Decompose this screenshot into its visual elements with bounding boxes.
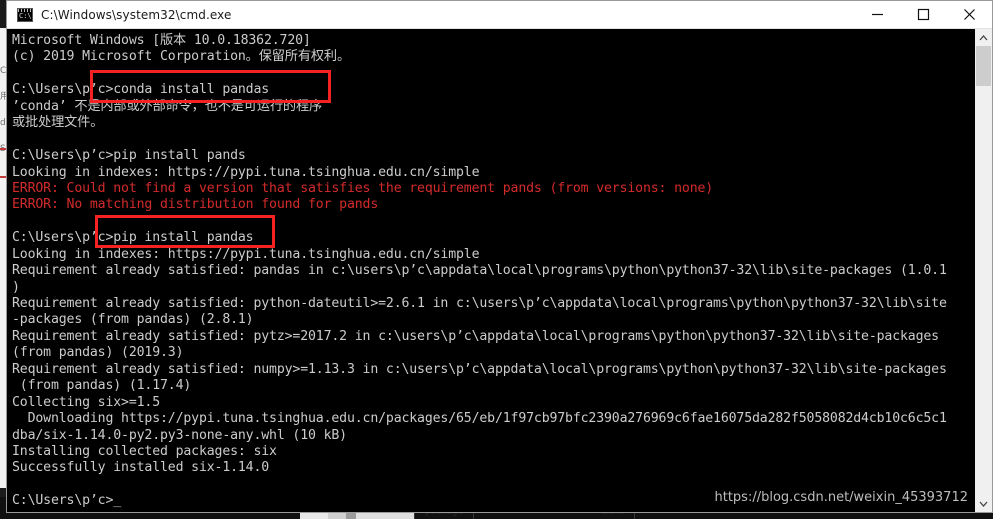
window-title: C:\Windows\system32\cmd.exe: [41, 7, 232, 22]
window-controls: [854, 1, 992, 28]
terminal-lines: Microsoft Windows [版本 10.0.18362.720] (c)…: [12, 33, 974, 510]
annotation-box-pip-command: [95, 215, 275, 248]
close-icon[interactable]: [946, 1, 992, 28]
terminal-line: (c) 2019 Microsoft Corporation。保留所有权利。: [12, 49, 350, 65]
csdn-watermark: https://blog.csdn.net/weixin_45393712: [714, 490, 968, 505]
terminal-line: C:\Users\p’c>pip install pands: [12, 148, 246, 164]
terminal-line: ERROR: No matching distribution found fo…: [12, 197, 379, 213]
terminal-line: Requirement already satisfied: numpy>=1.…: [12, 361, 947, 377]
cmd-window: C:\Windows\system32\cmd.exe Microsoft Wi…: [6, 0, 993, 513]
terminal-line: Downloading https://pypi.tuna.tsinghua.e…: [12, 411, 947, 427]
scrollbar-thumb[interactable]: [976, 46, 991, 86]
cmd-console-icon: [17, 7, 33, 22]
terminal-line: Collecting six>=1.5: [12, 394, 161, 410]
terminal-line: Requirement already satisfied: pytz>=201…: [12, 328, 939, 344]
window-titlebar[interactable]: C:\Windows\system32\cmd.exe: [7, 1, 992, 29]
terminal-line: Installing collected packages: six: [12, 443, 277, 459]
terminal-line: dba/six-1.14.0-py2.py3-none-any.whl (10 …: [12, 427, 347, 443]
terminal-output[interactable]: Microsoft Windows [版本 10.0.18362.720] (c)…: [7, 29, 974, 512]
chevron-up-icon[interactable]: [975, 29, 992, 46]
console-area: Microsoft Windows [版本 10.0.18362.720] (c)…: [7, 29, 992, 512]
scrollbar-track[interactable]: [975, 46, 992, 495]
terminal-line: Requirement already satisfied: pandas in…: [12, 263, 947, 279]
vertical-scrollbar[interactable]: [974, 29, 992, 512]
terminal-line: 或批处理文件。: [12, 115, 104, 131]
terminal-line: Requirement already satisfied: python-da…: [12, 296, 947, 311]
minimize-icon[interactable]: [854, 1, 900, 28]
desktop-background: C用’d d S package build C:\Windows\system…: [0, 0, 993, 519]
annotation-box-conda-command: [90, 70, 331, 103]
terminal-line: ERROR: Could not find a version that sat…: [12, 180, 714, 196]
maximize-icon[interactable]: [900, 1, 946, 28]
terminal-line: (from pandas) (1.17.4): [12, 378, 192, 394]
terminal-line: Successfully installed six-1.14.0: [12, 460, 270, 476]
terminal-line: Microsoft Windows [版本 10.0.18362.720]: [12, 33, 311, 48]
terminal-line: Looking in indexes: https://pypi.tuna.ts…: [12, 246, 480, 262]
terminal-line: Looking in indexes: https://pypi.tuna.ts…: [12, 164, 480, 180]
terminal-line: -packages (from pandas) (2.8.1): [12, 312, 254, 328]
terminal-line: ): [12, 279, 20, 295]
terminal-line: (from pandas) (2019.3): [12, 345, 184, 361]
chevron-down-icon[interactable]: [975, 495, 992, 512]
